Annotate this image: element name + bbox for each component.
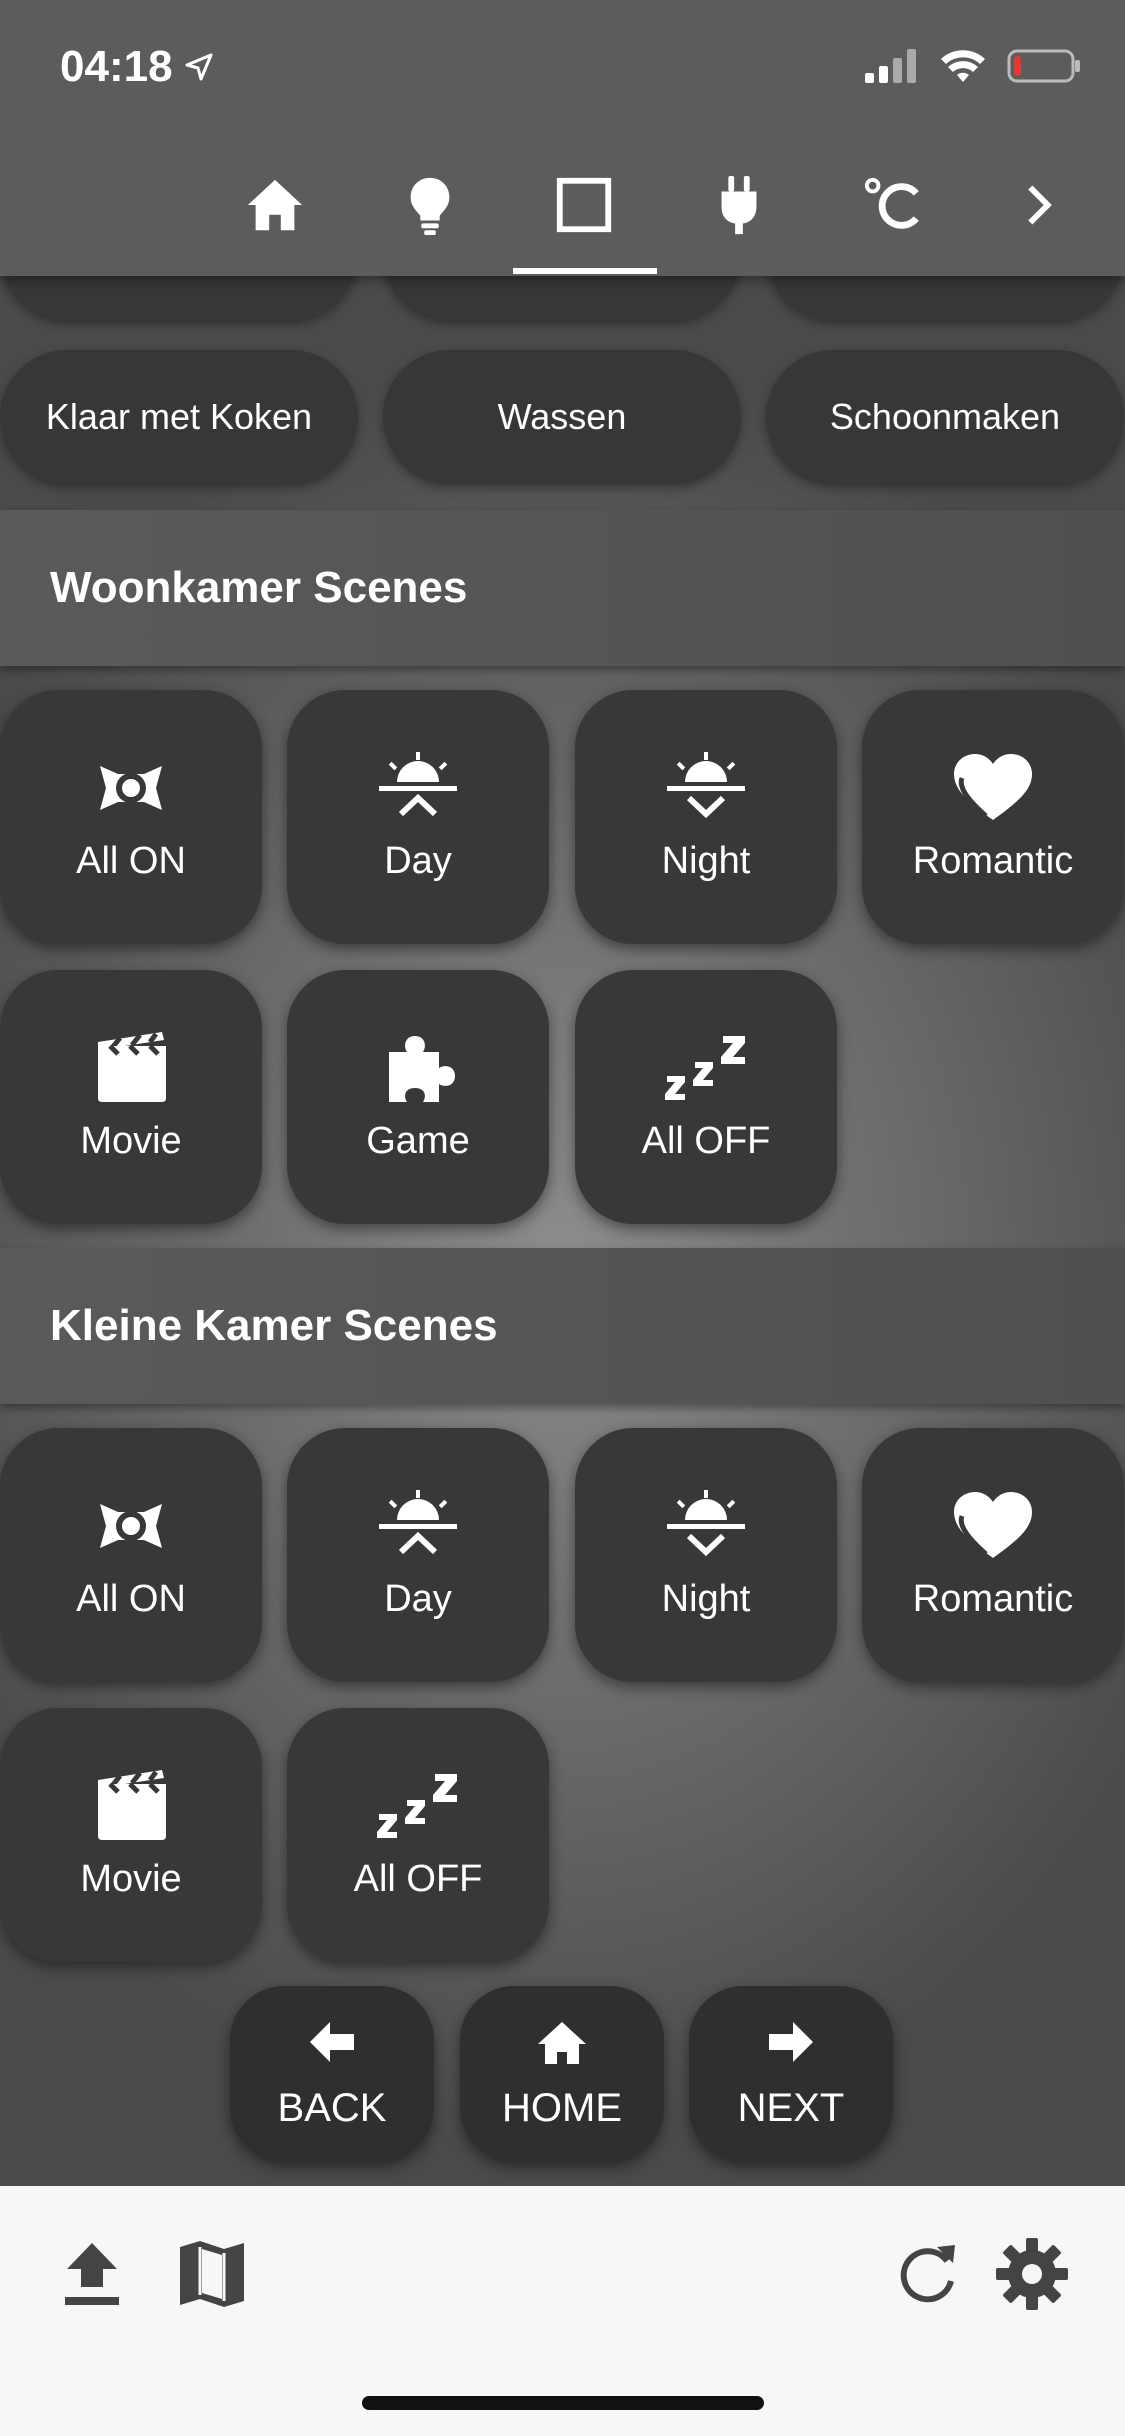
cellular-signal-icon: [865, 49, 916, 83]
scenes-content[interactable]: Klaar met Koken Wassen Schoonmaken Woonk…: [0, 276, 1125, 2186]
tab-lights[interactable]: [360, 150, 500, 276]
scene-tile[interactable]: Day: [287, 1428, 549, 1682]
scene-tile[interactable]: Night: [575, 690, 837, 944]
app-header: 04:18: [0, 0, 1125, 276]
scene-label: All OFF: [353, 1858, 483, 1900]
next-label: NEXT: [737, 2086, 845, 2130]
home-icon: [460, 2020, 664, 2066]
all-on-icon: [0, 752, 262, 824]
celsius-icon: [864, 177, 919, 229]
tab-climate[interactable]: [823, 150, 963, 276]
sunrise-icon: [287, 1490, 549, 1562]
lightbulb-icon: [410, 177, 450, 236]
quick-action-partial[interactable]: [0, 276, 358, 320]
scene-label: Romantic: [912, 840, 1074, 882]
sleep-icon: [287, 1770, 549, 1842]
scene-label: Movie: [80, 1858, 182, 1900]
puzzle-icon: [287, 1032, 549, 1104]
scene-label: All ON: [76, 840, 186, 882]
quick-action-partial[interactable]: [383, 276, 741, 320]
sunset-icon: [575, 752, 837, 824]
section-header-woonkamer: Woonkamer Scenes: [0, 510, 1125, 666]
sunset-icon: [575, 1490, 837, 1562]
plug-icon: [721, 175, 757, 235]
scene-label: All ON: [76, 1578, 186, 1620]
tab-home[interactable]: [205, 150, 345, 276]
section-header-kleine-kamer: Kleine Kamer Scenes: [0, 1248, 1125, 1404]
scene-tile[interactable]: All OFF: [287, 1708, 549, 1962]
scene-label: Romantic: [912, 1578, 1074, 1620]
scene-label: All OFF: [641, 1120, 771, 1162]
scene-tile[interactable]: Night: [575, 1428, 837, 1682]
quick-action-label: Wassen: [497, 396, 627, 437]
back-button[interactable]: BACK: [230, 1986, 434, 2162]
upload-icon[interactable]: [52, 2234, 132, 2314]
scene-tile[interactable]: Romantic: [862, 690, 1124, 944]
tab-more[interactable]: [970, 150, 1110, 276]
square-icon: [556, 177, 612, 233]
scene-tile[interactable]: All ON: [0, 690, 262, 944]
tab-scenes[interactable]: [514, 150, 654, 276]
wifi-icon: [941, 50, 985, 82]
scene-label: Night: [661, 840, 751, 882]
heart-icon: [862, 752, 1124, 824]
scene-label: Day: [384, 840, 452, 882]
map-icon[interactable]: [172, 2234, 252, 2314]
scene-label: Game: [366, 1120, 470, 1162]
scene-label: Day: [384, 1578, 452, 1620]
battery-icon: [1007, 49, 1080, 83]
scene-label: Night: [661, 1578, 751, 1620]
clapperboard-icon: [0, 1032, 262, 1104]
scene-tile[interactable]: All ON: [0, 1428, 262, 1682]
back-label: BACK: [277, 2086, 387, 2130]
scene-tile[interactable]: Movie: [0, 970, 262, 1224]
quick-action-label: Klaar met Koken: [45, 396, 313, 437]
clapperboard-icon: [0, 1770, 262, 1842]
next-button[interactable]: NEXT: [689, 1986, 893, 2162]
home-icon: [247, 179, 303, 231]
scene-tile[interactable]: Game: [287, 970, 549, 1224]
settings-icon[interactable]: [992, 2234, 1072, 2314]
quick-action-partial[interactable]: [766, 276, 1124, 320]
home-indicator[interactable]: [362, 2396, 764, 2410]
status-bar-time: 04:18: [60, 42, 215, 92]
scene-tile[interactable]: All OFF: [575, 970, 837, 1224]
all-on-icon: [0, 1490, 262, 1562]
arrow-right-icon: [689, 2020, 893, 2066]
quick-action-button[interactable]: Wassen: [383, 350, 741, 484]
active-tab-indicator: [513, 268, 657, 274]
tab-bar: [0, 150, 1125, 276]
tab-plugs[interactable]: [669, 150, 809, 276]
arrow-left-icon: [230, 2020, 434, 2066]
home-label: HOME: [502, 2086, 622, 2130]
scene-tile[interactable]: Romantic: [862, 1428, 1124, 1682]
section-title: Woonkamer Scenes: [50, 563, 468, 612]
section-title: Kleine Kamer Scenes: [50, 1301, 498, 1350]
scene-tile[interactable]: Day: [287, 690, 549, 944]
sunrise-icon: [287, 752, 549, 824]
scene-label: Movie: [80, 1120, 182, 1162]
chevron-right-icon: [1028, 185, 1052, 225]
quick-action-button[interactable]: Klaar met Koken: [0, 350, 358, 484]
location-arrow-icon: [185, 53, 213, 81]
scene-tile[interactable]: Movie: [0, 1708, 262, 1962]
status-icons: [865, 48, 1081, 84]
refresh-icon[interactable]: [888, 2234, 968, 2314]
home-button[interactable]: HOME: [460, 1986, 664, 2162]
sleep-icon: [575, 1032, 837, 1104]
quick-action-label: Schoonmaken: [829, 396, 1061, 437]
heart-icon: [862, 1490, 1124, 1562]
status-time-text: 04:18: [60, 42, 173, 91]
quick-action-button[interactable]: Schoonmaken: [766, 350, 1124, 484]
